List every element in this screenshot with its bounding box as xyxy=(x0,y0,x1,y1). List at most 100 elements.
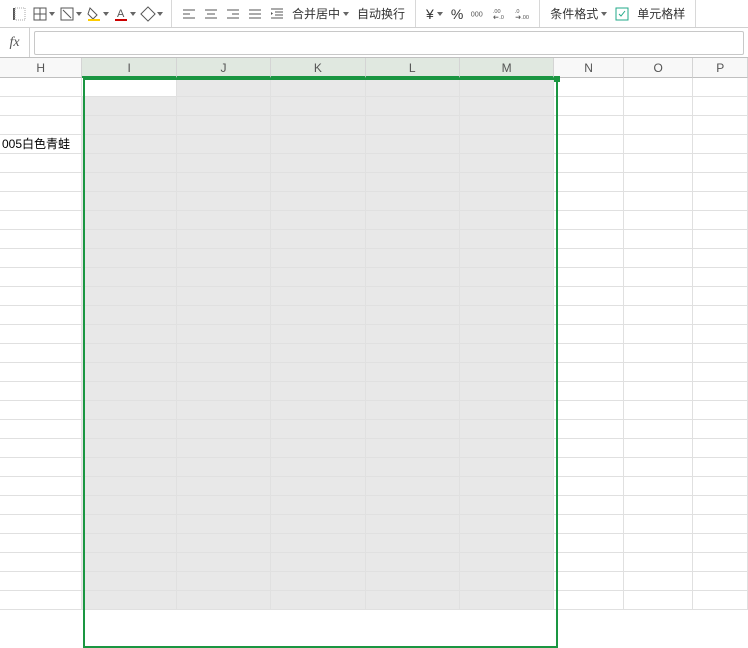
cell[interactable] xyxy=(271,78,365,97)
cell[interactable] xyxy=(366,211,460,230)
cell[interactable] xyxy=(460,496,554,515)
align-right-button[interactable] xyxy=(222,3,244,25)
cell[interactable] xyxy=(82,116,176,135)
cell[interactable] xyxy=(0,306,82,325)
col-header-N[interactable]: N xyxy=(554,58,624,78)
cell[interactable] xyxy=(460,325,554,344)
percent-button[interactable]: % xyxy=(447,3,467,25)
merge-center-button[interactable]: 合并居中 xyxy=(288,3,353,25)
cell[interactable] xyxy=(366,553,460,572)
cell[interactable] xyxy=(271,211,365,230)
conditional-format-button[interactable]: 条件格式 xyxy=(546,3,611,25)
cell[interactable] xyxy=(366,477,460,496)
cell[interactable] xyxy=(460,135,554,154)
rows-container[interactable]: 005白色青蛙 xyxy=(0,78,748,610)
col-header-P[interactable]: P xyxy=(693,58,748,78)
cell[interactable] xyxy=(177,458,271,477)
cell[interactable] xyxy=(177,268,271,287)
cell[interactable] xyxy=(693,401,748,420)
cell[interactable] xyxy=(693,154,748,173)
cell-style-button[interactable]: 单元格样 xyxy=(633,3,689,25)
cell[interactable] xyxy=(693,534,748,553)
cell[interactable] xyxy=(82,496,176,515)
col-header-M[interactable]: M xyxy=(460,58,554,78)
cell[interactable] xyxy=(177,553,271,572)
cell[interactable] xyxy=(271,439,365,458)
cell[interactable] xyxy=(554,515,624,534)
cell[interactable] xyxy=(554,420,624,439)
cell[interactable] xyxy=(366,515,460,534)
cell[interactable] xyxy=(554,382,624,401)
cell[interactable] xyxy=(177,97,271,116)
cell[interactable] xyxy=(366,116,460,135)
cell[interactable] xyxy=(271,477,365,496)
cell[interactable] xyxy=(460,477,554,496)
cell[interactable] xyxy=(460,591,554,610)
cell[interactable] xyxy=(554,249,624,268)
cell[interactable] xyxy=(177,135,271,154)
cell[interactable] xyxy=(0,97,82,116)
cell[interactable] xyxy=(271,249,365,268)
indent-button[interactable] xyxy=(266,3,288,25)
cell[interactable] xyxy=(366,135,460,154)
cell[interactable] xyxy=(271,154,365,173)
cell[interactable] xyxy=(460,458,554,477)
cell[interactable] xyxy=(624,344,694,363)
cell[interactable] xyxy=(271,192,365,211)
cell[interactable] xyxy=(271,116,365,135)
cell[interactable] xyxy=(460,78,554,97)
cell[interactable] xyxy=(271,420,365,439)
cell[interactable] xyxy=(82,534,176,553)
cell[interactable] xyxy=(177,477,271,496)
cell[interactable] xyxy=(177,420,271,439)
cell[interactable] xyxy=(0,192,82,211)
cell[interactable] xyxy=(82,192,176,211)
cell[interactable] xyxy=(0,116,82,135)
cell[interactable] xyxy=(624,97,694,116)
cell[interactable] xyxy=(82,230,176,249)
cell[interactable] xyxy=(554,344,624,363)
cell[interactable] xyxy=(82,572,176,591)
cell[interactable] xyxy=(460,116,554,135)
cell[interactable] xyxy=(693,287,748,306)
cell[interactable] xyxy=(693,496,748,515)
cell[interactable] xyxy=(554,173,624,192)
cell[interactable] xyxy=(177,572,271,591)
cell[interactable] xyxy=(0,458,82,477)
cell[interactable] xyxy=(554,230,624,249)
cell[interactable] xyxy=(624,458,694,477)
cell[interactable] xyxy=(693,230,748,249)
cell[interactable] xyxy=(554,401,624,420)
align-left-button[interactable] xyxy=(178,3,200,25)
cell[interactable] xyxy=(82,173,176,192)
cell[interactable] xyxy=(693,458,748,477)
cell[interactable] xyxy=(460,268,554,287)
cell[interactable] xyxy=(693,420,748,439)
cell[interactable] xyxy=(693,78,748,97)
cell[interactable] xyxy=(271,306,365,325)
cell[interactable] xyxy=(366,78,460,97)
cell[interactable] xyxy=(0,534,82,553)
cell[interactable] xyxy=(554,97,624,116)
col-header-O[interactable]: O xyxy=(624,58,694,78)
cell[interactable] xyxy=(554,534,624,553)
cell[interactable] xyxy=(693,439,748,458)
cell[interactable] xyxy=(82,211,176,230)
cell[interactable] xyxy=(624,420,694,439)
cell[interactable] xyxy=(177,154,271,173)
font-color-button[interactable]: A xyxy=(111,3,138,25)
cell[interactable] xyxy=(0,401,82,420)
cell[interactable] xyxy=(0,382,82,401)
cell[interactable] xyxy=(554,591,624,610)
cell[interactable] xyxy=(624,78,694,97)
cell[interactable] xyxy=(366,591,460,610)
cell[interactable] xyxy=(271,135,365,154)
cell[interactable] xyxy=(0,591,82,610)
cell[interactable] xyxy=(624,382,694,401)
cell[interactable] xyxy=(624,477,694,496)
cell[interactable] xyxy=(624,154,694,173)
cell[interactable] xyxy=(624,116,694,135)
cell[interactable] xyxy=(82,439,176,458)
cell[interactable] xyxy=(177,116,271,135)
cell[interactable] xyxy=(693,268,748,287)
